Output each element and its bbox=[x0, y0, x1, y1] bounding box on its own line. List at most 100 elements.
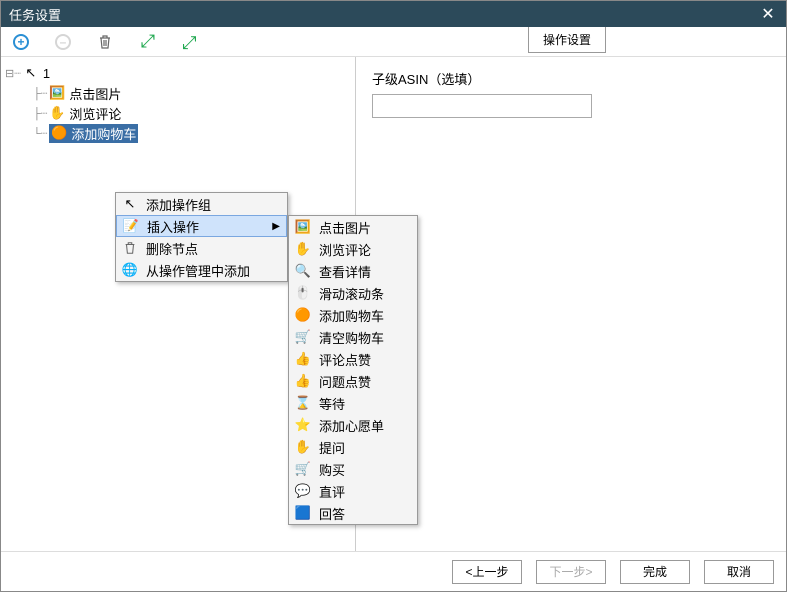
tree-item-browse-reviews[interactable]: ├┈ ✋ 浏览评论 bbox=[5, 103, 351, 123]
child-asin-input[interactable] bbox=[372, 94, 592, 118]
button-label: <上一步 bbox=[465, 565, 508, 579]
window-title: 任务设置 bbox=[9, 5, 61, 24]
answer-icon: 🟦 bbox=[293, 504, 313, 522]
menu-label: 删除节点 bbox=[146, 239, 198, 258]
scroll-icon: 🖱️ bbox=[293, 284, 313, 302]
tab-action-settings[interactable]: 操作设置 bbox=[528, 27, 606, 53]
menu-label: 从操作管理中添加 bbox=[146, 261, 250, 280]
thumbs-up-icon: 👍 bbox=[293, 350, 313, 368]
submenu-ask-question[interactable]: ✋ 提问 bbox=[289, 436, 417, 458]
tree-connector: ⊟┈ bbox=[5, 67, 21, 80]
remove-button[interactable]: – bbox=[51, 30, 75, 54]
submenu-add-wishlist[interactable]: ⭐ 添加心愿单 bbox=[289, 414, 417, 436]
cart-empty-icon: 🛒 bbox=[293, 328, 313, 346]
properties-panel: 子级ASIN（选填） bbox=[356, 57, 786, 551]
menu-label: 清空购物车 bbox=[319, 328, 384, 347]
add-button[interactable]: + bbox=[9, 30, 33, 54]
submenu-like-review[interactable]: 👍 评论点赞 bbox=[289, 348, 417, 370]
titlebar: 任务设置 ✕ bbox=[1, 1, 786, 27]
tree-connector: ├┈ bbox=[33, 87, 47, 100]
menu-label: 直评 bbox=[319, 482, 345, 501]
cart-icon: 🟠 bbox=[293, 306, 313, 324]
tree-item-label: 浏览评论 bbox=[69, 104, 121, 123]
menu-label: 添加购物车 bbox=[319, 306, 384, 325]
menu-delete-node[interactable]: 删除节点 bbox=[116, 237, 287, 259]
menu-label: 添加操作组 bbox=[146, 195, 211, 214]
insert-icon: 📝 bbox=[121, 217, 141, 235]
menu-label: 等待 bbox=[319, 394, 345, 413]
menu-label: 点击图片 bbox=[319, 218, 371, 237]
submenu-click-image[interactable]: 🖼️ 点击图片 bbox=[289, 216, 417, 238]
menu-label: 添加心愿单 bbox=[319, 416, 384, 435]
cursor-icon: ↖ bbox=[120, 195, 140, 213]
minus-icon: – bbox=[55, 34, 71, 50]
prev-button[interactable]: <上一步 bbox=[452, 560, 522, 584]
close-button[interactable]: ✕ bbox=[758, 4, 778, 24]
cancel-button[interactable]: 取消 bbox=[704, 560, 774, 584]
comment-icon: 💬 bbox=[293, 482, 313, 500]
cursor-icon: ↖ bbox=[23, 65, 39, 81]
purchase-icon: 🛒 bbox=[293, 460, 313, 478]
question-icon: ✋ bbox=[293, 438, 313, 456]
image-icon: 🖼️ bbox=[293, 218, 313, 236]
wizard-footer: <上一步 下一步> 完成 取消 bbox=[1, 551, 786, 591]
submenu-purchase[interactable]: 🛒 购买 bbox=[289, 458, 417, 480]
menu-add-from-manager[interactable]: 🌐 从操作管理中添加 bbox=[116, 259, 287, 281]
cart-icon: 🟠 bbox=[51, 125, 67, 141]
tree-root[interactable]: ⊟┈ ↖ 1 bbox=[5, 63, 351, 83]
plus-icon: + bbox=[13, 34, 29, 50]
tree-connector: └┈ bbox=[33, 127, 47, 140]
button-label: 取消 bbox=[727, 565, 751, 579]
menu-label: 滑动滚动条 bbox=[319, 284, 384, 303]
context-menu-node: ↖ 添加操作组 📝 插入操作 ▶ 删除节点 🌐 从操作管理中添加 bbox=[115, 192, 288, 282]
next-button: 下一步> bbox=[536, 560, 606, 584]
hand-icon: ✋ bbox=[293, 240, 313, 258]
image-icon: 🖼️ bbox=[49, 85, 65, 101]
tree-item-label: 点击图片 bbox=[69, 84, 121, 103]
submenu-browse-reviews[interactable]: ✋ 浏览评论 bbox=[289, 238, 417, 260]
menu-label: 提问 bbox=[319, 438, 345, 457]
tree-connector: ├┈ bbox=[33, 107, 47, 120]
globe-icon: 🌐 bbox=[120, 261, 140, 279]
collapse-all-button[interactable]: ⤡ bbox=[177, 30, 201, 54]
menu-label: 评论点赞 bbox=[319, 350, 371, 369]
menu-label: 购买 bbox=[319, 460, 345, 479]
submenu-add-cart[interactable]: 🟠 添加购物车 bbox=[289, 304, 417, 326]
submenu-wait[interactable]: ⌛ 等待 bbox=[289, 392, 417, 414]
submenu-direct-review[interactable]: 💬 直评 bbox=[289, 480, 417, 502]
tree-item-label: 添加购物车 bbox=[71, 124, 136, 143]
finish-button[interactable]: 完成 bbox=[620, 560, 690, 584]
submenu-like-question[interactable]: 👍 问题点赞 bbox=[289, 370, 417, 392]
submenu-view-details[interactable]: 🔍 查看详情 bbox=[289, 260, 417, 282]
star-icon: ⭐ bbox=[293, 416, 313, 434]
field-label-child-asin: 子级ASIN（选填） bbox=[372, 69, 770, 88]
menu-label: 回答 bbox=[319, 504, 345, 523]
tab-label: 操作设置 bbox=[543, 33, 591, 47]
tree-item-click-image[interactable]: ├┈ 🖼️ 点击图片 bbox=[5, 83, 351, 103]
action-tree: ⊟┈ ↖ 1 ├┈ 🖼️ 点击图片 ├┈ ✋ 浏览评论 └┈ � bbox=[5, 63, 351, 143]
content-area: ⊟┈ ↖ 1 ├┈ 🖼️ 点击图片 ├┈ ✋ 浏览评论 └┈ � bbox=[1, 57, 786, 551]
toolbar: + – ⤢ ⤡ 操作设置 bbox=[1, 27, 786, 57]
trash-icon bbox=[98, 34, 112, 50]
thumbs-up-icon: 👍 bbox=[293, 372, 313, 390]
chevron-right-icon: ▶ bbox=[272, 221, 280, 232]
button-label: 完成 bbox=[643, 565, 667, 579]
menu-insert-action[interactable]: 📝 插入操作 ▶ bbox=[116, 215, 287, 237]
submenu-scroll[interactable]: 🖱️ 滑动滚动条 bbox=[289, 282, 417, 304]
delete-button[interactable] bbox=[93, 30, 117, 54]
menu-label: 问题点赞 bbox=[319, 372, 371, 391]
trash-icon bbox=[120, 239, 140, 257]
tree-panel: ⊟┈ ↖ 1 ├┈ 🖼️ 点击图片 ├┈ ✋ 浏览评论 └┈ � bbox=[1, 57, 356, 551]
hourglass-icon: ⌛ bbox=[293, 394, 313, 412]
expand-icon: ⤢ bbox=[141, 31, 153, 52]
submenu-clear-cart[interactable]: 🛒 清空购物车 bbox=[289, 326, 417, 348]
menu-label: 浏览评论 bbox=[319, 240, 371, 259]
menu-label: 查看详情 bbox=[319, 262, 371, 281]
tree-item-add-cart[interactable]: └┈ 🟠 添加购物车 bbox=[5, 123, 351, 143]
search-icon: 🔍 bbox=[293, 262, 313, 280]
button-label: 下一步> bbox=[549, 565, 592, 579]
task-settings-window: 任务设置 ✕ + – ⤢ ⤡ 操作设置 ⊟┈ ↖ 1 bbox=[0, 0, 787, 592]
expand-all-button[interactable]: ⤢ bbox=[135, 30, 159, 54]
menu-add-group[interactable]: ↖ 添加操作组 bbox=[116, 193, 287, 215]
submenu-answer[interactable]: 🟦 回答 bbox=[289, 502, 417, 524]
